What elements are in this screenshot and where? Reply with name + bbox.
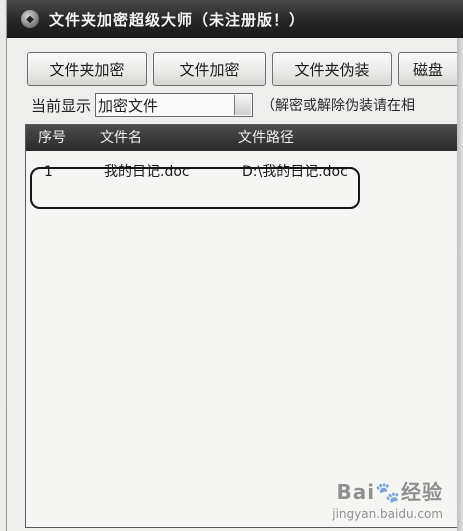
app-icon: ◆ (21, 10, 39, 28)
encrypted-file-list[interactable]: 序号 文件名 文件路径 1 我的日记.doc D:\我的日记.doc (25, 124, 463, 528)
current-display-label: 当前显示 (31, 96, 92, 115)
hint-text: （解密或解除伪装请在相 (261, 98, 416, 114)
display-type-value: 加密文件 (98, 96, 159, 115)
chevron-down-icon[interactable] (234, 95, 252, 115)
highlight-annotation (30, 167, 360, 209)
display-type-select[interactable]: 加密文件 (95, 93, 254, 117)
title-bar[interactable]: ◆ 文件夹加密超级大师（未注册版！） (7, 0, 463, 38)
watermark-logo: Bai🐾经验 (336, 480, 443, 504)
folder-disguise-button[interactable]: 文件夹伪装 (272, 52, 392, 86)
watermark-url: jingyan.baidu.com (332, 507, 443, 521)
folder-encrypt-button[interactable]: 文件夹加密 (27, 52, 147, 86)
window-title: 文件夹加密超级大师（未注册版！） (49, 10, 306, 29)
column-header-filename[interactable]: 文件名 (100, 125, 142, 151)
disk-button[interactable]: 磁盘 (398, 52, 463, 86)
app-window: ◆ 文件夹加密超级大师（未注册版！） 文件夹加密 文件加密 文件夹伪装 磁盘 当… (6, 0, 463, 531)
column-header-filepath[interactable]: 文件路径 (238, 125, 294, 151)
filter-row: 当前显示 加密文件 （解密或解除伪装请在相 (31, 93, 415, 117)
file-encrypt-button[interactable]: 文件加密 (153, 52, 266, 86)
window-edge (457, 38, 463, 531)
watermark: Bai🐾经验 jingyan.baidu.com (332, 476, 443, 521)
toolbar: 文件夹加密 文件加密 文件夹伪装 磁盘 (27, 52, 463, 88)
list-header: 序号 文件名 文件路径 (26, 125, 463, 151)
column-header-seq[interactable]: 序号 (38, 125, 66, 151)
